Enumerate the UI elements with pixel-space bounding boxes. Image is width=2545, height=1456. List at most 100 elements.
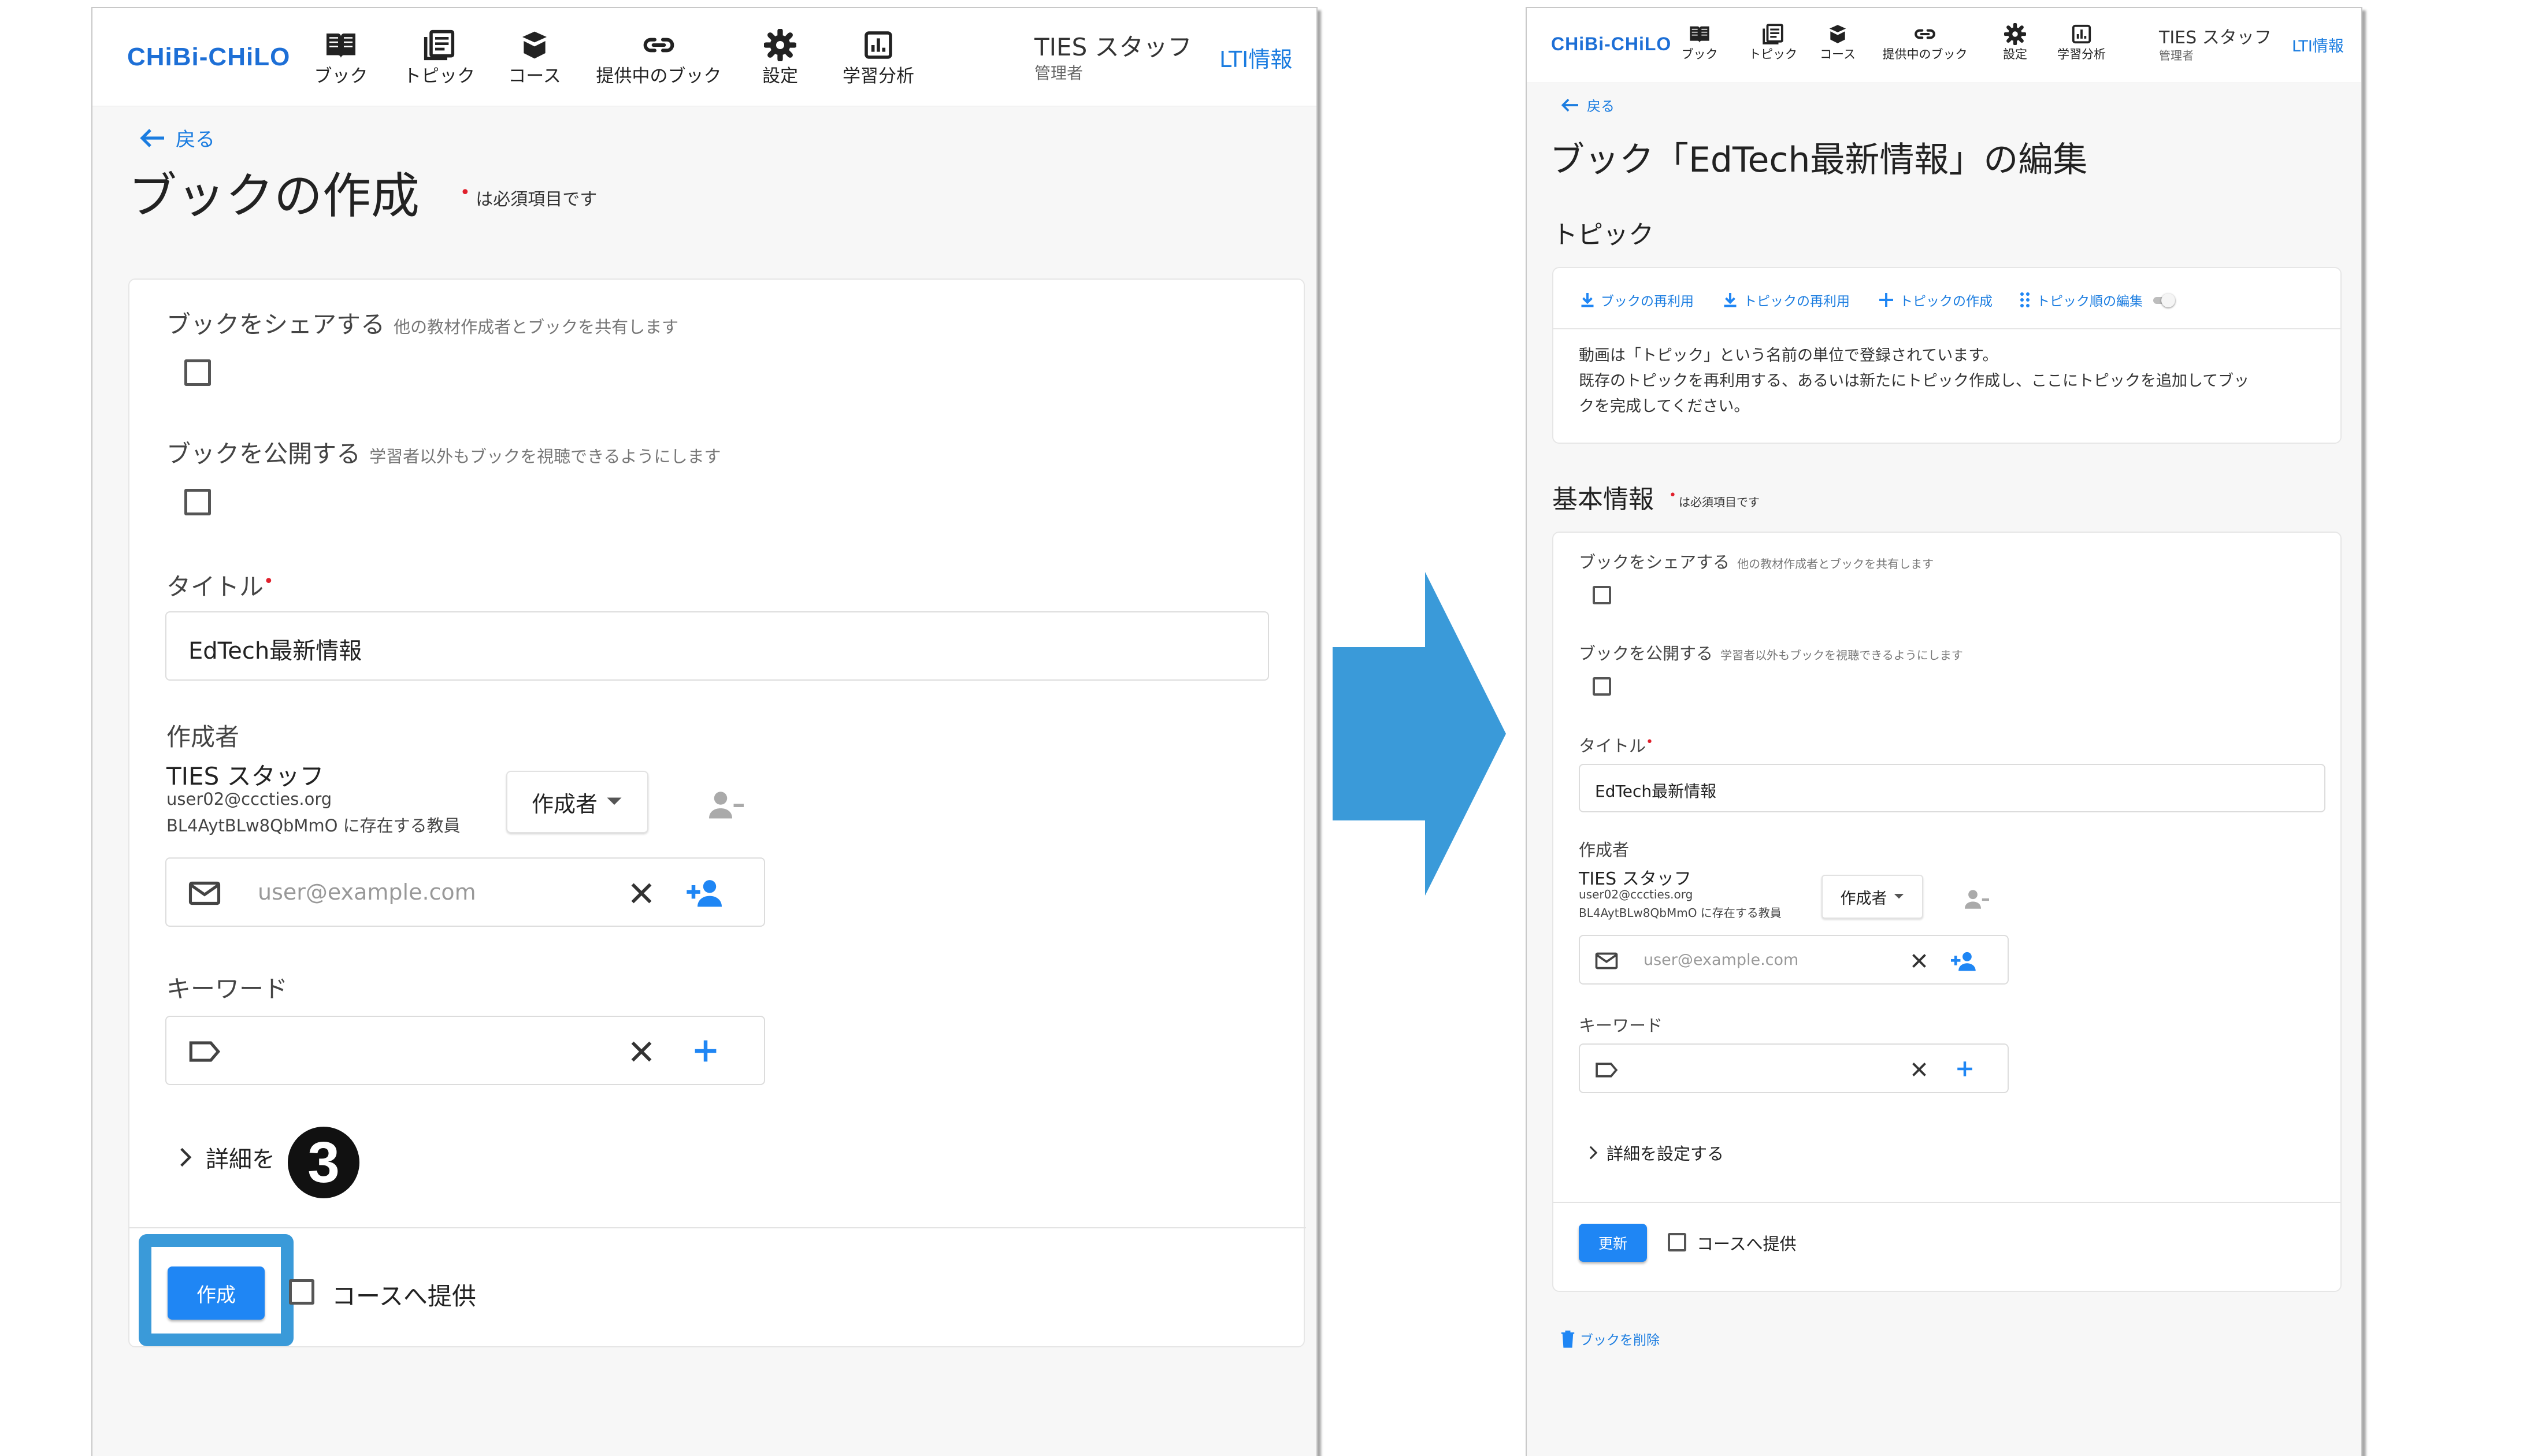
back-link[interactable]: 戻る xyxy=(139,124,215,152)
update-button[interactable]: 更新 xyxy=(1579,1224,1647,1262)
plus-icon[interactable] xyxy=(692,1038,719,1064)
keyword-field[interactable] xyxy=(165,1016,765,1085)
title-label-text: タイトル xyxy=(166,573,264,601)
required-note: • は必須項目です xyxy=(460,183,597,210)
nav-settings[interactable]: 設定 xyxy=(1995,23,2035,62)
user-name: TIES スタッフ xyxy=(2159,28,2272,48)
link-icon xyxy=(643,38,674,53)
back-label: 戻る xyxy=(1587,98,1615,114)
topic-description: 動画は「トピック」という名前の単位で登録されています。 既存のトピックを再利用す… xyxy=(1579,343,2249,419)
share-checkbox[interactable] xyxy=(1593,586,1611,604)
nav-offered-books[interactable]: 提供中のブック xyxy=(589,29,728,87)
add-person-icon[interactable] xyxy=(1951,950,1978,973)
reuse-book-button[interactable]: ブックの再利用 xyxy=(1601,290,1694,310)
app-logo[interactable]: CHiBi-CHiLO xyxy=(127,43,290,72)
nav-offered-label: 提供中のブック xyxy=(1882,47,1968,61)
publish-checkbox[interactable] xyxy=(1593,677,1611,696)
nav-analytics[interactable]: 学習分析 xyxy=(838,29,919,87)
title-input[interactable]: EdTech最新情報 xyxy=(1579,764,2325,812)
share-label: ブックをシェアする xyxy=(1579,552,1730,572)
nav-topic[interactable]: トピック xyxy=(1744,23,1802,62)
details-label: 詳細を xyxy=(206,1146,275,1173)
drag-handle-icon xyxy=(2020,292,2030,307)
basic-info-card: ブックをシェアする 他の教材作成者とブックを共有します ブックを公開する 学習者… xyxy=(1552,532,2342,1292)
clear-icon[interactable] xyxy=(1910,1061,1928,1078)
chevron-down-icon xyxy=(607,797,622,805)
author-org: BL4AytBLw8QbMmO に存在する教員 xyxy=(1579,906,1782,920)
email-placeholder: user@example.com xyxy=(258,879,476,905)
back-link[interactable]: 戻る xyxy=(1560,95,1615,115)
user-menu[interactable]: TIES スタッフ 管理者 xyxy=(2159,23,2272,63)
author-role-select[interactable]: 作成者 xyxy=(506,771,648,833)
gear-icon xyxy=(2004,23,2026,45)
delete-book-link[interactable]: ブックを削除 xyxy=(1560,1329,1660,1349)
nav-book[interactable]: ブック xyxy=(1679,23,1720,62)
edit-topic-order-button[interactable]: トピック順の編集 xyxy=(2036,290,2143,310)
nav-course[interactable]: コース xyxy=(1816,23,1860,62)
nav-offered-books[interactable]: 提供中のブック xyxy=(1876,23,1974,62)
top-bar: CHiBi-CHiLO ブック トピック コース 提供中のブック 設定 学習分析… xyxy=(1527,8,2361,83)
page-title: ブック「EdTech最新情報」の編集 xyxy=(1550,140,2088,180)
author-email-field[interactable]: user@example.com xyxy=(1579,935,2009,985)
top-bar: CHiBi-CHiLO ブック トピック コース 提供中のブック 設定 学習分析… xyxy=(92,8,1316,106)
book-icon xyxy=(327,34,355,58)
page-title: ブックの作成 xyxy=(128,168,420,224)
remove-person-icon[interactable] xyxy=(1964,887,1990,912)
nav-analytics-label: 学習分析 xyxy=(2057,47,2106,61)
user-role: 管理者 xyxy=(2159,49,2194,62)
create-topic-button[interactable]: トピックの作成 xyxy=(1900,290,1993,310)
lti-info-link[interactable]: LTI情報 xyxy=(1219,42,1292,73)
footer-divider xyxy=(1553,1202,2340,1203)
course-offer-checkbox[interactable] xyxy=(289,1279,314,1305)
keyword-field[interactable] xyxy=(1579,1043,2009,1093)
course-offer-checkbox[interactable] xyxy=(1668,1233,1686,1251)
delete-book-label: ブックを削除 xyxy=(1580,1333,1660,1348)
arrow-left-icon xyxy=(1561,98,1578,112)
title-label-text: タイトル xyxy=(1579,736,1646,756)
desc-line-3: クを完成してください。 xyxy=(1579,398,1750,415)
step-marker-3: 3 xyxy=(285,1124,362,1201)
title-input-value: EdTech最新情報 xyxy=(1595,782,1717,801)
nav-settings[interactable]: 設定 xyxy=(751,29,809,87)
reuse-topic-button[interactable]: トピックの再利用 xyxy=(1743,290,1850,310)
author-name: TIES スタッフ xyxy=(1579,869,1691,889)
create-button[interactable]: 作成 xyxy=(168,1266,265,1320)
label-icon xyxy=(189,1041,221,1062)
topic-icon xyxy=(424,29,455,61)
user-menu[interactable]: TIES スタッフ 管理者 xyxy=(1034,28,1192,84)
keyword-label: キーワード xyxy=(1579,1016,1663,1035)
book-icon xyxy=(1690,26,1709,43)
share-checkbox[interactable] xyxy=(184,359,211,386)
nav-offered-label: 提供中のブック xyxy=(596,66,722,87)
chevron-down-icon xyxy=(1894,894,1904,899)
order-toggle[interactable] xyxy=(2150,294,2176,307)
author-email: user02@cccties.org xyxy=(1579,887,1693,901)
nav-book[interactable]: ブック xyxy=(312,29,370,87)
plus-icon[interactable] xyxy=(1956,1060,1974,1078)
nav-book-label: ブック xyxy=(1681,47,1718,61)
details-label: 詳細を設定する xyxy=(1607,1144,1724,1164)
add-person-icon[interactable] xyxy=(687,877,725,909)
nav-topic[interactable]: トピック xyxy=(399,29,480,87)
clear-icon[interactable] xyxy=(629,1039,654,1064)
right-window: CHiBi-CHiLO ブック トピック コース 提供中のブック 設定 学習分析… xyxy=(1526,7,2362,1456)
app-logo[interactable]: CHiBi-CHiLO xyxy=(1551,34,1671,55)
step-marker-label: 3 xyxy=(307,1130,340,1195)
author-role-select[interactable]: 作成者 xyxy=(1821,875,1923,919)
publish-checkbox[interactable] xyxy=(184,489,211,515)
clear-icon[interactable] xyxy=(1910,952,1928,970)
label-icon xyxy=(1596,1063,1618,1078)
details-toggle[interactable]: 詳細を設定する xyxy=(1588,1141,1724,1165)
nav-analytics[interactable]: 学習分析 xyxy=(2053,23,2110,62)
title-required-mark: • xyxy=(264,571,274,592)
author-role-value: 作成者 xyxy=(1840,889,1887,908)
title-label: タイトル• xyxy=(166,567,274,603)
nav-course[interactable]: コース xyxy=(503,29,566,87)
clear-icon[interactable] xyxy=(629,881,654,906)
author-email-field[interactable]: user@example.com xyxy=(165,857,765,927)
topic-card: ブックの再利用 トピックの再利用 トピックの作成 トピック順の編集 動画は「トピ… xyxy=(1552,267,2342,444)
lti-info-link[interactable]: LTI情報 xyxy=(2292,34,2344,56)
nav-settings-label: 設定 xyxy=(762,66,798,87)
remove-person-icon[interactable] xyxy=(707,788,745,823)
title-input[interactable]: EdTech最新情報 xyxy=(165,611,1269,681)
